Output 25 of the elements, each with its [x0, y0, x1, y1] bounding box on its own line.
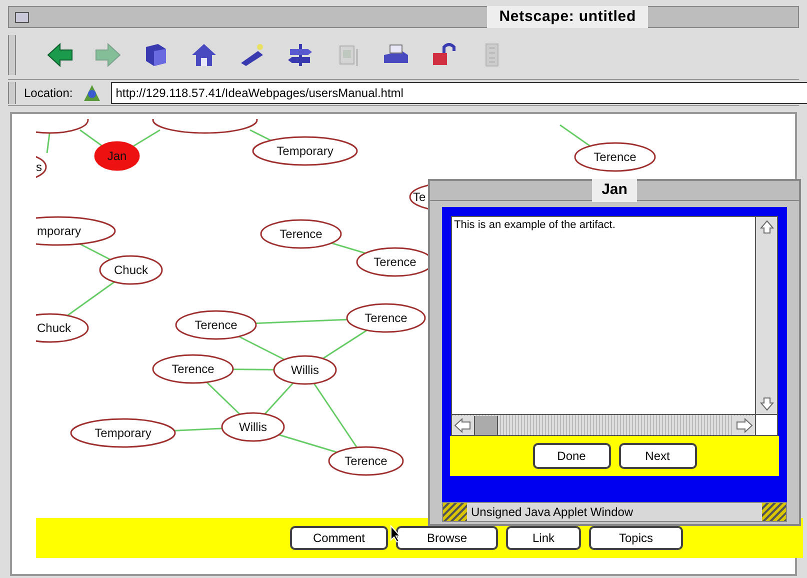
toolbar-button[interactable]: Comment	[290, 526, 388, 550]
graph-node[interactable]: Terence	[574, 142, 656, 172]
dialog-button[interactable]: Next	[618, 443, 696, 469]
graph-node[interactable]: mporary	[36, 216, 116, 246]
url-field[interactable]: http://129.118.57.41/IdeaWebpages/usersManual.html	[110, 82, 807, 104]
dialog-button[interactable]: Done	[532, 443, 610, 469]
graph-node[interactable]: Chuck	[36, 313, 89, 343]
graph-node[interactable]: Terence	[260, 219, 342, 249]
location-label: Location:	[24, 84, 73, 102]
graph-node[interactable]: Terence	[175, 310, 257, 340]
graph-node[interactable]: Chuck	[99, 255, 163, 285]
graph-node[interactable]: Terence	[152, 354, 234, 384]
graph-node[interactable]: Willis	[273, 355, 337, 385]
graph-node[interactable]: Terence	[328, 446, 404, 476]
toolbar-button[interactable]: Link	[506, 526, 581, 550]
toolbar-button[interactable]: Browse	[396, 526, 498, 550]
graph-node[interactable]: Temporary	[252, 136, 358, 166]
graph-node[interactable]: Jan	[94, 141, 140, 171]
graph-node[interactable]: Willis	[221, 412, 285, 442]
dialog-title: Jan	[592, 179, 638, 202]
toolbar-button[interactable]: Topics	[589, 526, 683, 550]
graph-node[interactable]: Terence	[346, 303, 426, 333]
status-text: Unsigned Java Applet Window	[470, 504, 634, 521]
graph-node[interactable]: Temporary	[70, 418, 176, 448]
window-title: Netscape: untitled	[487, 6, 648, 28]
